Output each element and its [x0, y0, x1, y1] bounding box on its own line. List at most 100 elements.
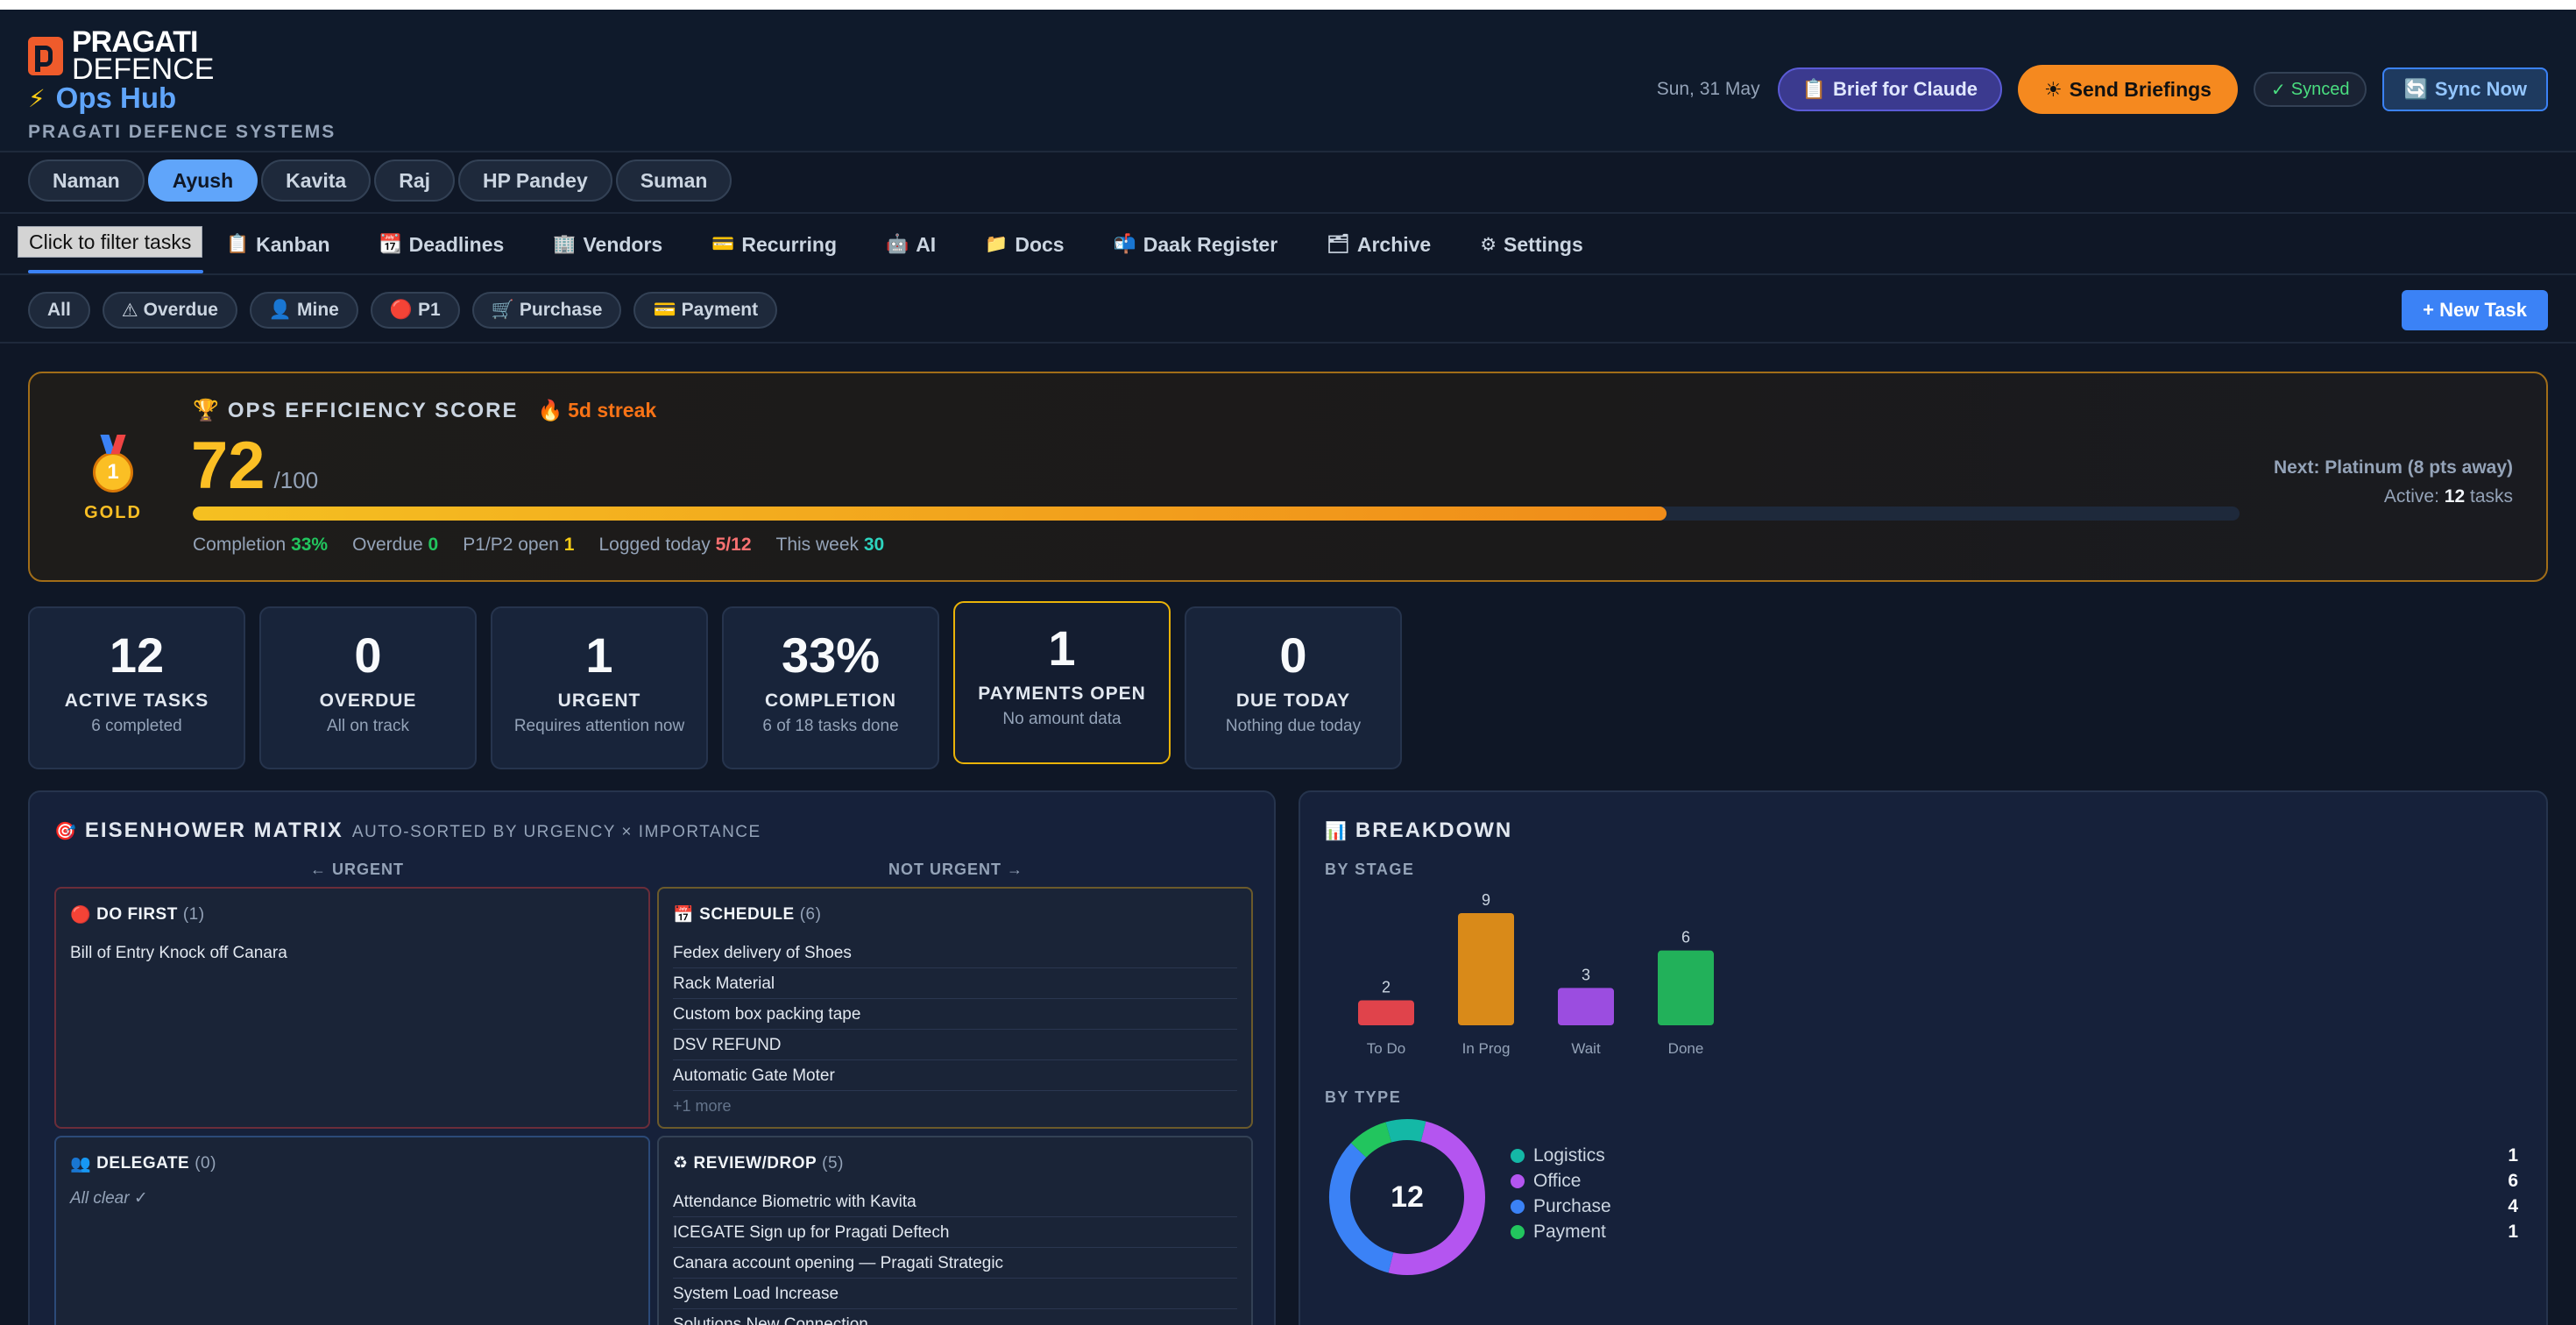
score-number: 72 [191, 429, 265, 503]
brief-label: Brief for Claude [1833, 78, 1978, 100]
filter-chip-mine[interactable]: 👤 Mine [249, 292, 358, 329]
score-title-text: OPS EFFICIENCY SCORE [227, 398, 519, 422]
tab-deadlines[interactable]: 📆 Deadlines [379, 233, 505, 257]
person-tab-kavita[interactable]: Kavita [261, 159, 372, 202]
score-value: 72 /100 [191, 433, 318, 500]
tab-label: AI [916, 232, 937, 256]
stat-card-label: URGENT [557, 691, 641, 711]
filter-chip-purchase[interactable]: 🛒 Purchase [471, 292, 622, 329]
tab-recurring[interactable]: 💳 Recurring [711, 233, 837, 257]
tab-kanban[interactable]: 📋 Kanban [226, 233, 330, 257]
new-task-button[interactable]: + New Task [2402, 290, 2548, 330]
filter-chip-overdue[interactable]: ⚠ Overdue [102, 292, 237, 329]
synced-label: Synced [2290, 79, 2350, 99]
stat-card-completion[interactable]: 33% COMPLETION 6 of 18 tasks done [722, 606, 939, 769]
score-progress-fill [193, 507, 1667, 521]
tab-ai[interactable]: 🤖 AI [886, 233, 936, 257]
sync-now-button[interactable]: 🔄 Sync Now [2382, 67, 2548, 111]
tab-daak-register[interactable]: 📬 Daak Register [1114, 233, 1278, 257]
task-item[interactable]: ICEGATE Sign up for Pragati Deftech [673, 1217, 1237, 1248]
active-tasks-summary: Active: 12 tasks [2274, 483, 2513, 512]
task-item[interactable]: Canara account opening — Pragati Strateg… [673, 1248, 1237, 1279]
tab-label: Docs [1015, 232, 1065, 256]
stat-card-value: 12 [109, 627, 165, 683]
quadrant-delegate: 👥 DELEGATE (0) All clear ✓ [54, 1136, 650, 1325]
show-more-link[interactable]: +1 more [673, 1091, 1237, 1122]
task-item[interactable]: Bill of Entry Knock off Canara [70, 938, 634, 968]
app-subtitle: PRAGATI DEFENCE SYSTEMS [28, 122, 336, 142]
task-item[interactable]: Solutions New Connection [673, 1309, 1237, 1325]
streak-badge: 🔥 5d streak [538, 399, 657, 422]
p1-filter-icon: 🔴 [389, 300, 414, 320]
person-tab-ayush[interactable]: Ayush [147, 159, 258, 202]
filter-bar: All ⚠ Overdue 👤 Mine 🔴 P1 🛒 Purchase 💳 Payment + N… [0, 277, 2576, 344]
main-tabs: Click to filter tasks 📋 Kanban 📆 Deadlines 🏢… [0, 214, 2576, 275]
brief-for-claude-button[interactable]: 📋 Brief for Claude [1777, 67, 2003, 111]
stat-card-label: COMPLETION [765, 691, 896, 711]
target-icon: 🎯 [54, 822, 76, 841]
person-tab-raj[interactable]: Raj [374, 159, 455, 202]
stat-card-payments-open[interactable]: 1 PAYMENTS OPEN No amount data [953, 601, 1171, 764]
stage-bar-label: In Prog [1462, 1040, 1511, 1057]
stat-card-active-tasks[interactable]: 12 ACTIVE TASKS 6 completed [28, 606, 245, 769]
company-logo: PRAGATI DEFENCE [28, 27, 215, 87]
send-briefings-button[interactable]: ☀ Send Briefings [2018, 65, 2238, 114]
stage-bar-done [1658, 950, 1714, 1025]
type-donut-chart: 12 [1327, 1116, 1488, 1278]
stat-card-urgent[interactable]: 1 URGENT Requires attention now [491, 606, 708, 769]
legend-dot [1511, 1199, 1525, 1214]
synced-status-badge: ✓ Synced [2253, 72, 2367, 107]
filter-chip-payment[interactable]: 💳 Payment [633, 292, 778, 329]
task-item[interactable]: Automatic Gate Moter [673, 1060, 1237, 1091]
stage-bar-value: 6 [1681, 929, 1690, 946]
filter-label: Purchase [519, 300, 603, 320]
tab-settings[interactable]: ⚙ Settings [1480, 233, 1583, 257]
quadrant-do-first: 🔴 DO FIRST (1) Bill of Entry Knock off Can… [54, 887, 650, 1129]
matrix-title: EISENHOWER MATRIX [84, 818, 343, 842]
send-label: Send Briefings [2069, 77, 2212, 101]
score-stat-this-week: This week 30 [776, 535, 885, 556]
tab-archive[interactable]: 🗂 Archive [1327, 233, 1431, 257]
score-stats: Completion 33% Overdue 0 P1/P2 open 1 Logge… [193, 535, 884, 556]
medal-ribbon-icon [103, 435, 124, 454]
quadrant-task-list: Fedex delivery of Shoes Rack Material Cust… [673, 938, 1237, 1122]
score-stat-p1-p2-open: P1/P2 open 1 [463, 535, 574, 556]
task-item[interactable]: DSV REFUND [673, 1030, 1237, 1060]
filter-chip-p1[interactable]: 🔴 P1 [370, 292, 460, 329]
stat-card-due-today[interactable]: 0 DUE TODAY Nothing due today [1185, 606, 1402, 769]
tab-docs[interactable]: 📁 Docs [985, 233, 1064, 257]
filter-tooltip: Click to filter tasks [18, 226, 203, 258]
person-tab-suman[interactable]: Suman [615, 159, 732, 202]
task-item[interactable]: Attendance Biometric with Kavita [673, 1187, 1237, 1217]
recycle-icon: ♻ [673, 1154, 689, 1173]
score-title: 🏆 OPS EFFICIENCY SCORE [193, 398, 519, 423]
legend-dot [1511, 1148, 1525, 1163]
task-item[interactable]: System Load Increase [673, 1279, 1237, 1309]
lightning-icon: ⚡ [28, 84, 46, 112]
window-top-strip [0, 0, 2576, 10]
filter-chip-all[interactable]: All [28, 292, 90, 329]
docs-icon: 📁 [985, 234, 1008, 254]
stat-card-overdue[interactable]: 0 OVERDUE All on track [259, 606, 477, 769]
legend-label: Logistics [1533, 1144, 1605, 1166]
person-tab-naman[interactable]: Naman [28, 159, 145, 202]
axis-urgent: ← URGENT [310, 861, 404, 878]
app-header: PRAGATI DEFENCE ⚡ Ops Hub PRAGATI DEFENC… [0, 10, 2576, 152]
score-stat-value: 33% [291, 535, 329, 555]
legend-item-payment: Payment 1 [1511, 1219, 2518, 1244]
people-switcher: Naman Ayush Kavita Raj HP Pandey Suman [0, 152, 2576, 214]
quadrant-count: (0) [195, 1154, 216, 1173]
task-item[interactable]: Fedex delivery of Shoes [673, 938, 1237, 968]
filter-label: Overdue [143, 300, 218, 320]
task-item[interactable]: Rack Material [673, 968, 1237, 999]
stat-card-subtext: 6 completed [91, 717, 182, 735]
stat-card-subtext: All on track [327, 717, 409, 735]
tab-label: Settings [1504, 232, 1583, 256]
task-item[interactable]: Custom box packing tape [673, 999, 1237, 1030]
tab-vendors[interactable]: 🏢 Vendors [553, 233, 662, 257]
quadrant-count: (1) [182, 905, 205, 924]
logo-line-2: DEFENCE [72, 53, 215, 87]
filter-chip-list: All ⚠ Overdue 👤 Mine 🔴 P1 🛒 Purchase 💳 Payment [28, 292, 778, 329]
person-tab-hp-pandey[interactable]: HP Pandey [458, 159, 612, 202]
axis-not-urgent: NOT URGENT → [888, 861, 1023, 878]
